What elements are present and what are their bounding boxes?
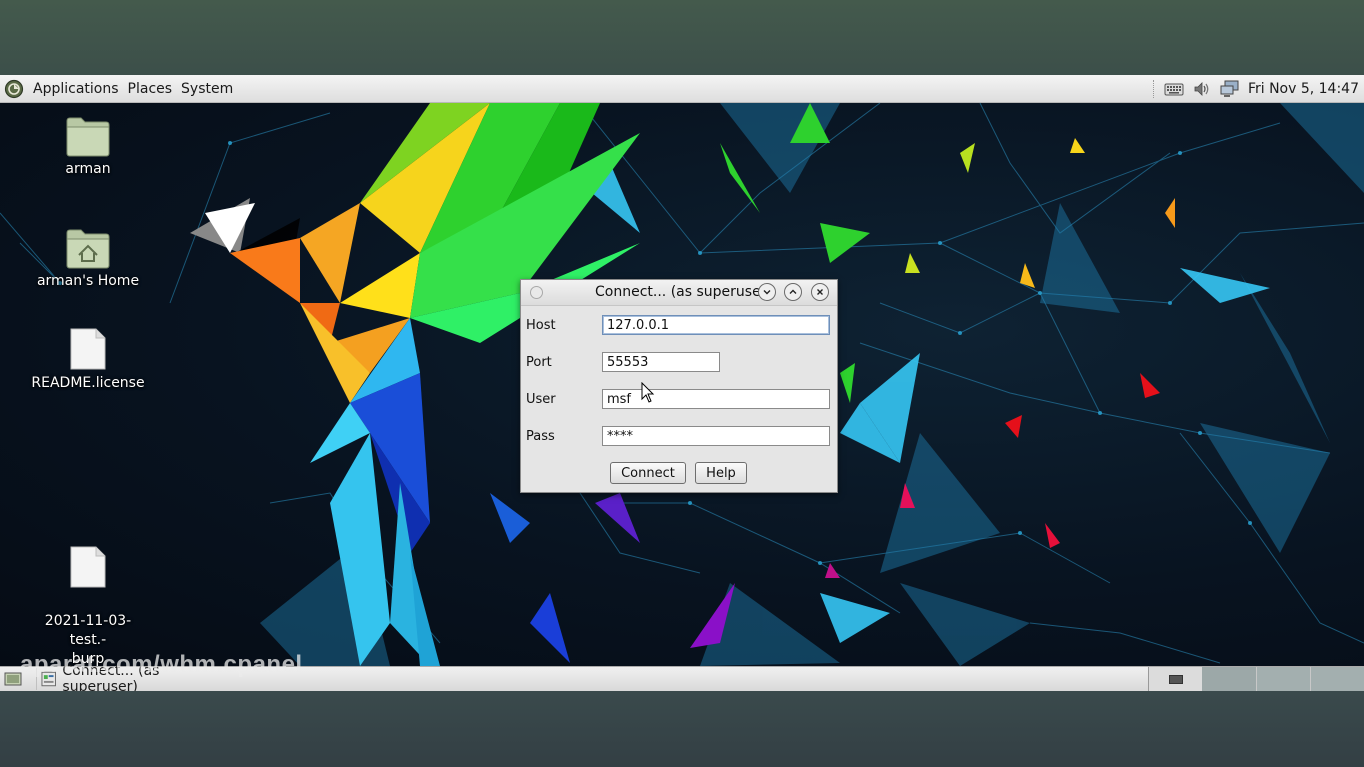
- help-button[interactable]: Help: [695, 462, 747, 484]
- tray-separator: [1152, 79, 1156, 98]
- host-label: Host: [526, 318, 556, 333]
- maximize-button[interactable]: [784, 283, 802, 301]
- watermark: aparat.com/whm.cpanel: [20, 651, 303, 678]
- workspace-4[interactable]: [1310, 667, 1364, 692]
- desktop-icon-label: arman's Home: [36, 273, 140, 289]
- desktop-icon-home[interactable]: arman's Home: [28, 227, 148, 289]
- workspace-1[interactable]: [1148, 667, 1203, 692]
- file-icon: [70, 328, 106, 370]
- dialog-title: Connect... (as superuser): [595, 284, 772, 300]
- menu-applications[interactable]: Applications: [29, 81, 123, 97]
- user-label: User: [526, 392, 556, 407]
- workspace-2[interactable]: [1202, 667, 1256, 692]
- connect-button[interactable]: Connect: [610, 462, 686, 484]
- desktop-icon-burp-file[interactable]: 2021-11-03-test.- burp: [28, 526, 148, 666]
- user-input[interactable]: msf: [602, 389, 830, 409]
- desktop-icon-arman[interactable]: arman: [28, 115, 148, 177]
- close-button[interactable]: [811, 283, 829, 301]
- chevron-down-icon: [763, 290, 771, 295]
- host-input[interactable]: 127.0.0.1: [602, 315, 830, 335]
- network-icon[interactable]: [1220, 80, 1240, 98]
- home-folder-icon: [66, 229, 110, 269]
- port-label: Port: [526, 355, 552, 370]
- dialog-titlebar[interactable]: Connect... (as superuser): [521, 280, 837, 306]
- desktop-icon-label: README.license: [31, 375, 145, 391]
- desktop-icon-readme[interactable]: README.license: [28, 327, 148, 391]
- chevron-up-icon: [789, 289, 797, 294]
- clock[interactable]: Fri Nov 5, 14:47: [1248, 81, 1359, 97]
- menu-system[interactable]: System: [177, 81, 237, 97]
- parrot-logo-icon[interactable]: [4, 79, 24, 99]
- minimize-button[interactable]: [758, 283, 776, 301]
- screen-bottom-border: [0, 691, 1364, 767]
- system-tray: Fri Nov 5, 14:47: [1152, 75, 1359, 102]
- top-panel: Applications Places System Fri Nov 5, 14…: [0, 75, 1364, 103]
- menu-places[interactable]: Places: [124, 81, 177, 97]
- desktop-icon-label: arman: [65, 161, 111, 177]
- close-icon: [817, 289, 823, 295]
- mouse-cursor-icon: [641, 382, 655, 403]
- port-input[interactable]: 55553: [602, 352, 720, 372]
- volume-icon[interactable]: [1192, 80, 1212, 98]
- window-menu-icon[interactable]: [530, 286, 543, 299]
- pass-label: Pass: [526, 429, 555, 444]
- keyboard-icon[interactable]: [1164, 80, 1184, 98]
- screen-top-border: [0, 0, 1364, 75]
- workspace-3[interactable]: [1256, 667, 1311, 692]
- workspace-window-thumb: [1169, 675, 1183, 684]
- folder-icon: [66, 117, 110, 157]
- file-icon: [70, 546, 106, 588]
- pass-input[interactable]: ****: [602, 426, 830, 446]
- connect-dialog: Connect... (as superuser) Host 127.0.0.1…: [520, 279, 838, 493]
